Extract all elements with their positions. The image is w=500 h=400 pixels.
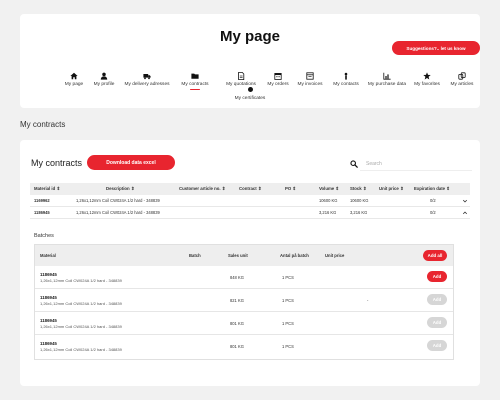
description: 1,26x1,12mm Coil CW024A 1/2 hard - 34883… [76,198,160,203]
add-button[interactable]: Add [427,294,447,305]
header-card: My page Suggestions?.. let us know My pa… [20,14,480,108]
contact-icon [344,72,348,80]
chart-icon [383,72,391,80]
home-icon [70,72,78,80]
stock: 10600 KG [350,198,369,203]
column-header: Unit price [325,253,345,258]
expiration: 0/2 [430,210,436,215]
nav-label: My contracts [181,82,209,87]
batch-description: 1,26x1,12mm Coil CW024A 1/2 hard - 34883… [40,347,122,352]
expiration: 0/2 [430,198,436,203]
truck-icon [143,74,151,80]
nav-label: My delivery adresses [124,82,170,87]
add-button[interactable]: Add [427,340,447,351]
sales-unit: 821 KG [230,298,244,303]
material-id: 1186945 [34,210,50,215]
add-all-button[interactable]: Add all [423,250,447,261]
nav-label: My purchase data [367,82,407,87]
unit-price: - [367,298,369,303]
nav-item-my-contracts[interactable]: My contracts [173,72,217,90]
document-icon [238,72,245,80]
search-icon [350,160,358,168]
column-header[interactable]: Expiration date ⇕ [414,183,450,195]
column-header: Sales unit [228,253,248,258]
batch-row: 1186945 1,26x1,12mm Coil CW024A 1/2 hard… [35,266,453,289]
batch-quantity: 1 PCS [282,344,294,349]
sales-unit: 848 KG [230,275,244,280]
batches-header: Material Batch Sales unit Antal på batch… [35,245,453,266]
active-indicator [190,88,200,90]
search-input[interactable] [360,158,472,171]
nav-label: My invoices [297,82,323,87]
column-header: Antal på batch [280,253,309,258]
star-icon [423,72,431,80]
stock: 3,216 KG [350,210,368,215]
nav-label: My articles [450,82,474,87]
batch-row: 1186945 1,26x1,12mm Coil CW024A 1/2 hard… [35,289,453,312]
batch-description: 1,26x1,12mm Coil CW024A 1/2 hard - 34883… [40,278,122,283]
chevron-down-icon[interactable] [462,198,468,204]
batch-material-id: 1186945 [40,341,57,346]
column-header[interactable]: Material id ⇕ [34,183,60,195]
description: 1,26x1,12mm Coil CW024A 1/2 hard - 34883… [76,210,160,215]
nav-item-my-profile[interactable]: My profile [82,72,126,87]
calendar-icon [274,73,282,80]
nav-label: My contacts [333,82,359,87]
column-header[interactable]: Stock ⇕ [350,183,367,195]
batch-row: 1186945 1,26x1,12mm Coil CW024A 1/2 hard… [35,312,453,335]
nav-item-my-contacts[interactable]: My contacts [324,72,368,87]
user-icon [100,72,108,80]
add-button[interactable]: Add [427,317,447,328]
volume: 10600 KG [319,198,338,203]
suggestions-button[interactable]: Suggestions?.. let us know [392,41,480,55]
nav-item-delivery-adresses[interactable]: My delivery adresses [124,72,170,87]
batch-material-id: 1186945 [40,318,57,323]
batch-material-id: 1186945 [40,295,57,300]
column-header[interactable]: Contract ⇕ [239,183,261,195]
article-icon [458,72,466,80]
certificate-dot-icon [247,87,253,92]
chevron-up-icon[interactable] [462,210,468,216]
batch-quantity: 1 PCS [282,321,294,326]
material-id: 1169962 [34,198,50,203]
column-header[interactable]: PO ⇕ [285,183,296,195]
batch-quantity: 1 PCS [282,298,294,303]
batch-description: 1,26x1,12mm Coil CW024A 1/2 hard - 34883… [40,324,122,329]
invoice-icon [306,72,314,80]
batch-row: 1186945 1,26x1,12mm Coil CW024A 1/2 hard… [35,335,453,358]
table-row[interactable]: 1186945 1,26x1,12mm Coil CW024A 1/2 hard… [30,207,470,219]
batch-quantity: 1 PCS [282,275,294,280]
contracts-title: My contracts [31,158,83,168]
batch-description: 1,26x1,12mm Coil CW024A 1/2 hard - 34883… [40,301,122,306]
column-header[interactable]: Unit price ⇕ [379,183,404,195]
add-button[interactable]: Add [427,271,447,282]
volume: 3,216 KG [319,210,337,215]
nav-item-my-articles[interactable]: My articles [440,72,484,87]
column-header[interactable]: Volume ⇕ [319,183,339,195]
nav-item-my-certificates[interactable]: My certificates [220,87,280,101]
batches-title: Batches [34,233,54,239]
batches-table: Material Batch Sales unit Antal på batch… [34,244,454,360]
nav-label: My page [64,82,84,87]
contracts-card: My contracts Download data excel Materia… [20,140,480,386]
nav-label: My favorites [414,82,440,87]
table-row[interactable]: 1169962 1,26x1,12mm Coil CW024A 1/2 hard… [30,195,470,207]
nav-label: My profile [93,82,115,87]
download-excel-button[interactable]: Download data excel [87,155,175,170]
batch-material-id: 1186945 [40,272,57,277]
column-header: Material [40,253,56,258]
column-header[interactable]: Customer article no. ⇕ [179,183,225,195]
contracts-table: Material id ⇕ Description ⇕ Customer art… [30,183,470,219]
column-header: Batch [189,253,201,258]
table-header: Material id ⇕ Description ⇕ Customer art… [30,183,470,195]
sales-unit: 801 KG [230,344,244,349]
column-header[interactable]: Description ⇕ [106,183,134,195]
nav-item-my-purchase-data[interactable]: My purchase data [365,72,409,87]
section-title: My contracts [20,120,66,129]
nav-label: My certificates [234,96,266,101]
folder-icon [191,73,199,79]
sales-unit: 801 KG [230,321,244,326]
